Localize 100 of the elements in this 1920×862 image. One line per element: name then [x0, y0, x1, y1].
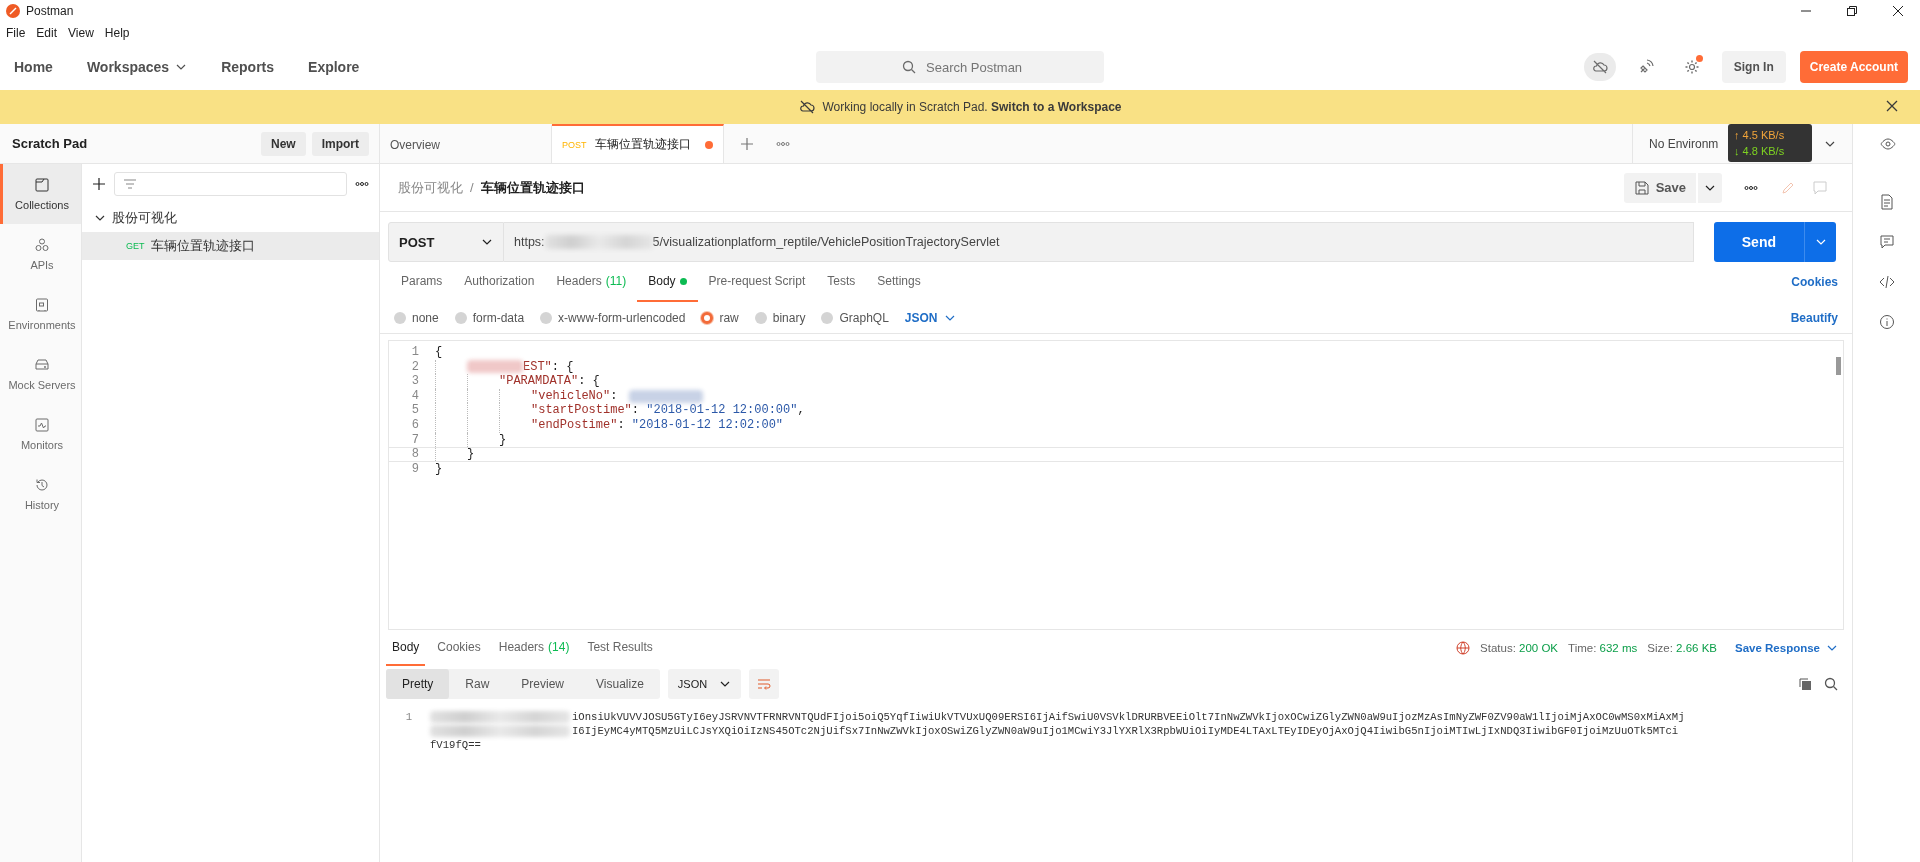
- view-mode-tab[interactable]: Visualize: [580, 669, 660, 699]
- request-section-tab[interactable]: Tests: [816, 262, 867, 302]
- code-token: : {: [578, 374, 600, 389]
- code-token: }: [435, 461, 443, 477]
- save-response-button[interactable]: Save Response: [1735, 642, 1838, 654]
- request-section-tab[interactable]: Settings: [866, 262, 932, 302]
- line-number: 1: [404, 710, 412, 725]
- line-number: 5: [410, 403, 419, 418]
- body-type-radio[interactable]: x-www-form-urlencoded: [540, 310, 686, 325]
- code-token: :: [610, 388, 619, 404]
- body-type-radio[interactable]: form-data: [454, 310, 525, 325]
- panel-title: Scratch Pad: [12, 136, 88, 151]
- app-logo-icon: [6, 4, 20, 18]
- plus-icon[interactable]: [740, 136, 754, 151]
- sidebar-item[interactable]: Environments: [0, 284, 81, 344]
- nav-tab[interactable]: Reports: [221, 59, 275, 75]
- offline-cloud-button[interactable]: [1583, 53, 1616, 81]
- more-icon[interactable]: [1744, 183, 1758, 192]
- eye-icon[interactable]: [1880, 136, 1896, 152]
- body-type-radio[interactable]: raw: [701, 310, 739, 325]
- response-body-line: iOnsiUkVUVVJOSU5GTyI6eyJSRVNVTFRNRVNTQUdFIjoi5oiQ5YqfIiwiUkVTVUxUQ09ERSI6IjAifSwiU0VSVklDRURBVEEiOlt7InNwZWVkIjoxOCwiZGlyZWN0aW9uIjozMzAsImNyZWF0ZV90aW1lIjoiMjAxOC0wMS0xMiAxMj: [572, 710, 1685, 724]
- view-mode-tab[interactable]: Pretty: [386, 669, 450, 699]
- nav-tab[interactable]: Explore: [308, 59, 360, 75]
- breadcrumb-link[interactable]: 股份可视化: [398, 178, 463, 197]
- close-icon[interactable]: [1886, 100, 1898, 112]
- response-tab[interactable]: Test Results: [581, 630, 659, 666]
- format-dropdown[interactable]: JSON: [667, 669, 742, 699]
- view-mode-tab[interactable]: Raw: [449, 669, 506, 699]
- nav-tab[interactable]: Home: [14, 59, 53, 75]
- more-icon[interactable]: [355, 180, 369, 188]
- response-body-line: fV19fQ==: [430, 738, 481, 752]
- size-label: Size: 2.66 KB: [1647, 642, 1717, 654]
- code-token: EST": [523, 359, 552, 375]
- request-tab[interactable]: POST 车辆位置轨迹接口: [552, 124, 724, 163]
- history-icon: [34, 477, 50, 493]
- request-section-tab[interactable]: Body: [637, 262, 698, 302]
- code-token: : {: [551, 359, 574, 375]
- format-dropdown[interactable]: JSON: [904, 310, 956, 325]
- scrollbar-thumb: [1836, 357, 1841, 375]
- body-type-radio[interactable]: none: [394, 310, 439, 325]
- mock-icon: [34, 357, 50, 373]
- switch-workspace-link[interactable]: Switch to a Workspace: [991, 100, 1122, 114]
- collection-item[interactable]: 股份可视化: [82, 204, 379, 232]
- copy-icon[interactable]: [1798, 677, 1812, 691]
- filter-field[interactable]: [114, 172, 347, 196]
- line-number: 6: [410, 417, 419, 433]
- request-section-tab[interactable]: Pre-request Script: [697, 262, 817, 302]
- request-section-tab[interactable]: Headers (11): [545, 262, 638, 302]
- url-field[interactable]: https: 5/visualizationplatform_reptile/VehiclePositionTrajectoryServlet: [504, 222, 1694, 262]
- menu-item[interactable]: Edit: [36, 26, 58, 40]
- save-options-button[interactable]: [1698, 172, 1722, 203]
- network-speed-tooltip: ↑ 4.5 KB/s ↓ 4.8 KB/s: [1728, 124, 1812, 162]
- code-token: }: [499, 432, 507, 448]
- code-token: "PARAMDATA": [499, 374, 579, 389]
- sidebar-item[interactable]: Collections: [0, 164, 81, 224]
- code-editor[interactable]: 1 { 2 EST": { 3 "PARAMDATA": { 4 "vehicleNo": 5 "startPostime": "2018-01-12 12:00:00", 6 "endPostime": "2018-01-12 12:02:00" 7 } 8 } 9 }: [388, 340, 1844, 630]
- menu-item[interactable]: View: [68, 26, 94, 40]
- nav-tab[interactable]: Workspaces: [86, 59, 188, 75]
- method-dropdown[interactable]: POST: [388, 222, 504, 262]
- line-number: 1: [410, 345, 419, 360]
- close-icon[interactable]: [1892, 5, 1904, 17]
- request-item[interactable]: GET 车辆位置轨迹接口: [82, 232, 379, 260]
- sidebar-item[interactable]: Mock Servers: [0, 344, 81, 404]
- cookies-link[interactable]: Cookies: [1791, 275, 1838, 289]
- banner-message: Working locally in Scratch Pad. Switch to a Workspace: [822, 100, 1122, 114]
- beautify-link[interactable]: Beautify: [1790, 310, 1838, 325]
- comment-icon[interactable]: [1878, 234, 1895, 250]
- import-button[interactable]: Import: [311, 131, 369, 156]
- plus-icon[interactable]: [92, 177, 106, 191]
- sidebar-item[interactable]: Monitors: [0, 404, 81, 464]
- view-mode-tab[interactable]: Preview: [505, 669, 581, 699]
- wrap-lines-button[interactable]: [749, 669, 780, 699]
- sidebar-item[interactable]: History: [0, 464, 81, 524]
- search-icon[interactable]: [1824, 677, 1838, 691]
- response-tab[interactable]: Body: [386, 630, 426, 666]
- menu-item[interactable]: Help: [104, 26, 130, 40]
- new-button[interactable]: New: [260, 131, 306, 156]
- code-icon[interactable]: [1878, 274, 1895, 290]
- search-icon: [902, 60, 916, 74]
- sign-in-button[interactable]: Sign In: [1721, 51, 1786, 83]
- document-icon[interactable]: [1878, 194, 1895, 210]
- line-number: 8: [410, 447, 419, 462]
- request-section-tab[interactable]: Authorization: [453, 262, 546, 302]
- info-icon[interactable]: [1878, 314, 1895, 330]
- menu-item[interactable]: File: [6, 26, 26, 40]
- save-button[interactable]: Save: [1623, 172, 1696, 203]
- response-tab[interactable]: Cookies: [431, 630, 487, 666]
- request-section-tab[interactable]: Params: [390, 262, 454, 302]
- restore-icon[interactable]: [1846, 5, 1858, 17]
- body-type-radio[interactable]: binary: [754, 310, 806, 325]
- code-token: ,: [797, 403, 805, 418]
- response-tab[interactable]: Headers (14): [492, 630, 576, 666]
- body-type-radio[interactable]: GraphQL: [821, 310, 889, 325]
- filter-icon: [123, 177, 137, 191]
- sidebar-item[interactable]: APIs: [0, 224, 81, 284]
- wrap-icon: [757, 677, 772, 691]
- search-field[interactable]: Search Postman: [816, 51, 1104, 83]
- environments-icon: [34, 297, 50, 313]
- code-token: "vehicleNo": [531, 388, 611, 404]
- line-number: 4: [410, 388, 419, 404]
